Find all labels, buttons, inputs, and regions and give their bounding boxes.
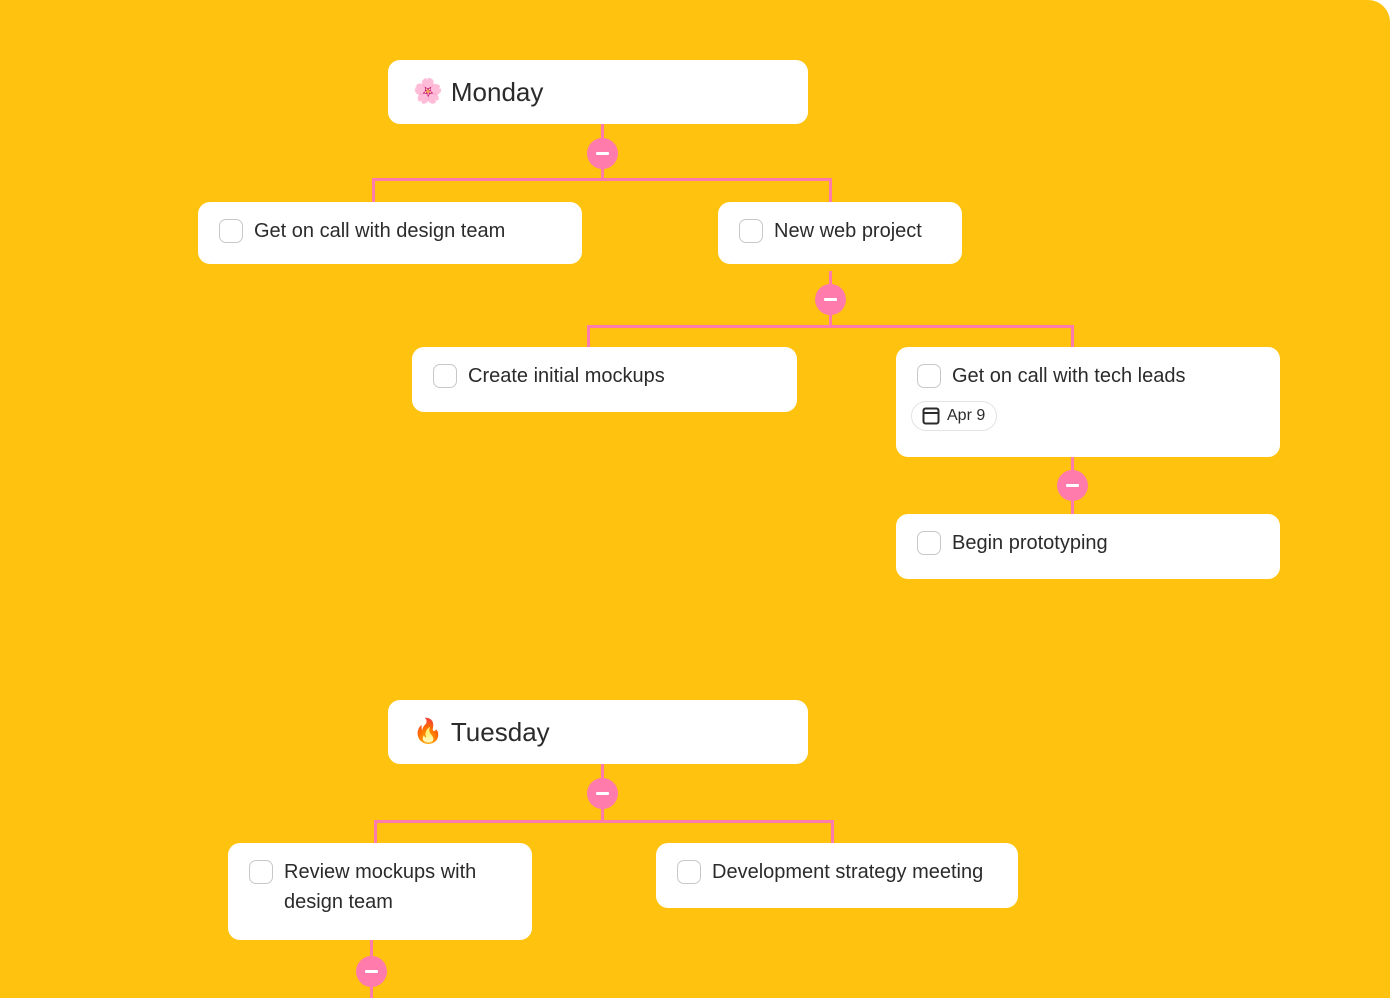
task-checkbox[interactable] <box>249 860 273 884</box>
connector <box>374 820 834 823</box>
task-label: Review mockups with design team <box>284 861 477 913</box>
task-checkbox[interactable] <box>433 364 457 388</box>
due-date-chip[interactable]: Apr 9 <box>911 401 998 431</box>
task-label: Development strategy meeting <box>712 861 984 883</box>
task-checkbox[interactable] <box>219 219 243 243</box>
task-checkbox[interactable] <box>739 219 763 243</box>
collapse-toggle-tuesday[interactable] <box>587 778 618 809</box>
collapse-toggle-review-mockups[interactable] <box>356 956 387 987</box>
day-card-tuesday[interactable]: 🔥 Tuesday <box>388 700 808 764</box>
connector <box>1071 325 1074 347</box>
task-card[interactable]: Create initial mockups <box>412 347 797 412</box>
due-date-text: Apr 9 <box>947 407 986 424</box>
task-label: New web project <box>774 220 922 242</box>
task-card[interactable]: Development strategy meeting <box>656 843 1018 908</box>
task-card[interactable]: Get on call with tech leads Apr 9 <box>896 347 1280 457</box>
task-card[interactable]: Get on call with design team <box>198 202 582 264</box>
task-label: Begin prototyping <box>952 532 1108 554</box>
collapse-toggle-new-web-project[interactable] <box>815 284 846 315</box>
connector <box>374 820 377 843</box>
day-card-monday[interactable]: 🌸 Monday <box>388 60 808 124</box>
task-card[interactable]: Review mockups with design team <box>228 843 532 940</box>
task-checkbox[interactable] <box>917 364 941 388</box>
collapse-toggle-monday[interactable] <box>587 138 618 169</box>
task-checkbox[interactable] <box>677 860 701 884</box>
day-title: Monday <box>450 76 544 107</box>
mindmap-canvas: 🌸 Monday Get on call with design team Ne… <box>0 0 1390 998</box>
calendar-icon <box>922 407 940 425</box>
collapse-toggle-tech-leads[interactable] <box>1057 470 1088 501</box>
fire-icon: 🔥 <box>413 718 443 745</box>
connector <box>831 820 834 843</box>
task-label: Create initial mockups <box>468 365 665 387</box>
task-card[interactable]: Begin prototyping <box>896 514 1280 579</box>
task-label: Get on call with tech leads <box>952 365 1186 387</box>
day-title: Tuesday <box>450 716 550 747</box>
connector <box>372 178 832 181</box>
cherry-blossom-icon: 🌸 <box>413 78 443 105</box>
connector <box>587 325 1074 328</box>
connector <box>829 178 832 202</box>
task-card[interactable]: New web project <box>718 202 962 264</box>
connector <box>372 178 375 202</box>
connector <box>587 325 590 347</box>
task-checkbox[interactable] <box>917 531 941 555</box>
task-label: Get on call with design team <box>254 220 506 242</box>
